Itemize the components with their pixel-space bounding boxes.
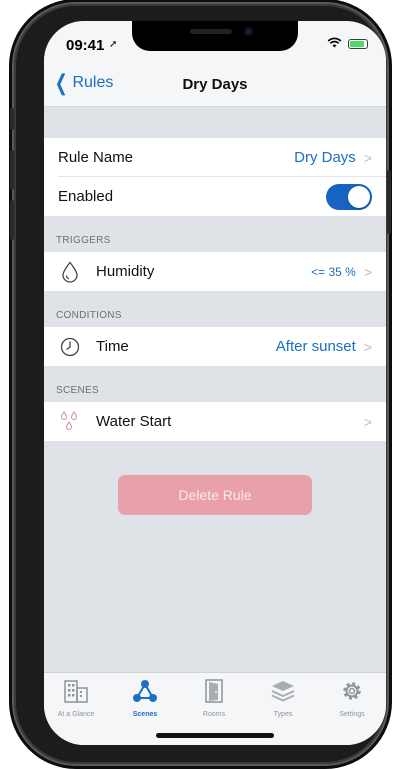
tab-scenes[interactable]: Scenes [115,679,175,718]
chevron-right-icon: > [363,338,372,355]
home-indicator [156,733,274,738]
scene-water-start-value: > [356,414,372,430]
condition-time-value-text: After sunset [275,338,356,355]
delete-rule-button[interactable]: Delete Rule [118,475,312,515]
volume-up-button [10,150,14,190]
network-icon [132,680,158,707]
navigation-bar: ❮ Rules Dry Days [44,61,386,107]
chevron-right-icon: > [363,413,372,430]
scene-water-start-row[interactable]: Water Start > [44,402,386,441]
clock-icon [58,335,82,359]
status-time: 09:41 [66,37,105,54]
tab-settings[interactable]: Settings [322,679,382,718]
condition-time-row[interactable]: Time After sunset > [44,327,386,366]
tab-rooms[interactable]: Rooms [184,679,244,718]
top-spacer [44,107,386,138]
chevron-right-icon: > [363,149,372,166]
condition-time-label: Time [96,338,129,355]
conditions-header-label: CONDITIONS [56,310,122,321]
general-settings-group: Rule Name Dry Days > Enabled [44,138,386,216]
layers-icon [270,681,296,707]
enabled-toggle[interactable] [326,183,372,210]
tab-label: Scenes [132,711,158,718]
scene-water-start-label: Water Start [96,413,172,430]
gear-icon [339,682,365,707]
mute-switch [10,108,14,130]
speaker-grille [190,29,232,34]
rule-name-row[interactable]: Rule Name Dry Days > [44,138,386,177]
scenes-header: SCENES [44,366,386,402]
app-screen: 09:41 ➚ ❮ Rules Dry Days Rule Name Dry D… [44,21,386,745]
page-title: Dry Days [182,76,248,93]
tab-at-a-glance[interactable]: At a Glance [46,679,106,718]
trigger-humidity-value-text: <= 35 % [311,264,356,279]
scenes-group: Water Start > [44,402,386,441]
scenes-header-label: SCENES [56,385,99,396]
power-button [387,170,391,234]
triggers-header-label: TRIGGERS [56,235,111,246]
battery-icon [348,39,368,49]
chevron-right-icon: > [363,263,372,280]
door-icon [201,679,227,707]
status-indicators [327,37,368,51]
condition-time-value: After sunset > [276,338,372,355]
volume-down-button [10,200,14,240]
building-icon [63,680,89,707]
enabled-row: Enabled [44,177,386,216]
rule-name-label: Rule Name [58,149,134,166]
trigger-humidity-value: <= 35 % > [311,264,372,280]
enabled-label: Enabled [58,188,114,205]
rule-name-value: Dry Days > [294,149,372,166]
rule-name-text: Dry Days [294,149,356,166]
notch [132,21,298,51]
droplet-icon [58,260,82,284]
conditions-group: Time After sunset > [44,327,386,366]
wifi-icon [327,37,342,51]
trigger-humidity-row[interactable]: Humidity <= 35 % > [44,252,386,291]
tab-types[interactable]: Types [253,679,313,718]
tab-label: Types [273,711,293,718]
front-camera [244,27,253,36]
tab-label: At a Glance [57,711,95,718]
tab-label: Settings [339,711,365,718]
location-arrow-icon: ➚ [109,39,118,50]
conditions-header: CONDITIONS [44,291,386,327]
triggers-group: Humidity <= 35 % > [44,252,386,291]
water-drops-icon [58,410,82,434]
triggers-header: TRIGGERS [44,216,386,252]
trigger-humidity-label: Humidity [96,263,155,280]
tab-label: Rooms [202,711,226,718]
